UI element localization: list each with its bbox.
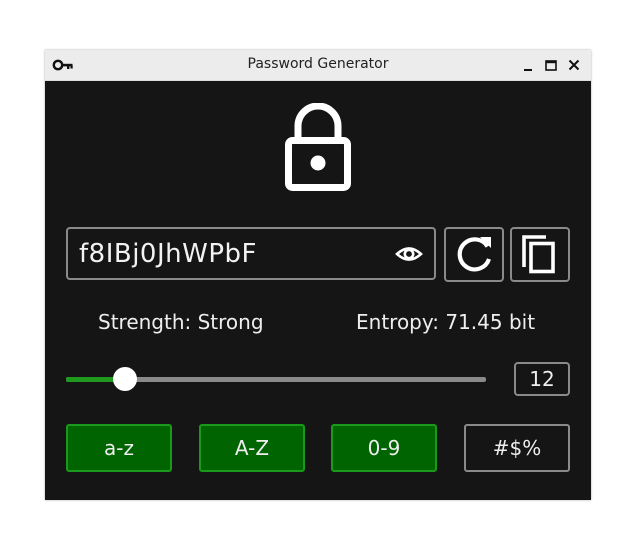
- uppercase-toggle-button[interactable]: A-Z: [199, 424, 305, 472]
- entropy-label: Entropy: 71.45 bit: [356, 310, 536, 334]
- title-bar[interactable]: Password Generator: [45, 50, 591, 81]
- digits-toggle-button[interactable]: 0-9: [331, 424, 437, 472]
- copy-button[interactable]: [510, 227, 570, 282]
- password-value[interactable]: f8IBj0JhWPbF: [79, 239, 257, 269]
- minimize-icon[interactable]: [520, 57, 536, 73]
- strength-label: Strength: Strong: [98, 310, 264, 334]
- length-slider[interactable]: [66, 367, 486, 391]
- regenerate-button[interactable]: [444, 227, 504, 282]
- eye-icon[interactable]: [394, 242, 424, 266]
- close-icon[interactable]: [566, 57, 582, 73]
- lowercase-toggle-button[interactable]: a-z: [66, 424, 172, 472]
- lock-icon: [283, 102, 353, 193]
- window-title: Password Generator: [247, 56, 389, 72]
- symbols-toggle-button[interactable]: #$%: [464, 424, 570, 472]
- length-input[interactable]: 12: [514, 362, 570, 396]
- password-field[interactable]: f8IBj0JhWPbF: [66, 227, 436, 280]
- maximize-icon[interactable]: [543, 57, 559, 73]
- password-generator-window: Password Generator f8IBj0JhWPbF Strength…: [45, 50, 591, 500]
- slider-handle[interactable]: [112, 367, 137, 391]
